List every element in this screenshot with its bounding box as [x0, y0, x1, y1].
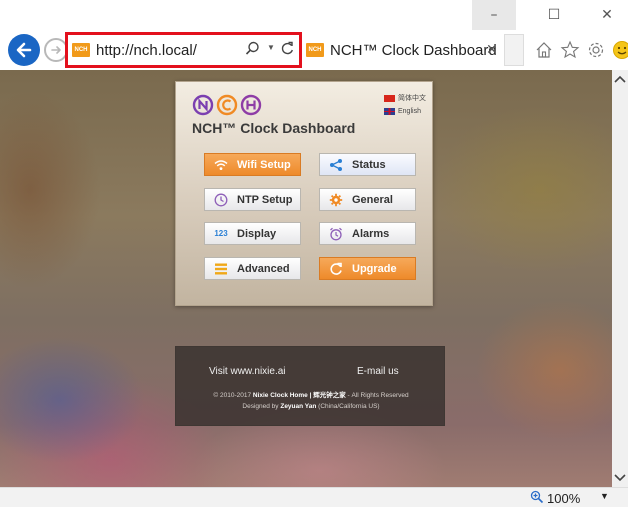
clock-icon: [209, 193, 233, 207]
menu-lines-icon: [209, 263, 233, 275]
smiley-feedback-icon[interactable]: [612, 40, 628, 60]
tab-favicon-icon: NCH: [306, 43, 324, 57]
window-title-bar: – ☐ ✕: [0, 0, 628, 30]
button-label: Display: [237, 227, 277, 240]
zoom-icon: [530, 490, 544, 507]
dashboard-title: NCH™ Clock Dashboard: [192, 120, 356, 136]
copyright-site-link[interactable]: Nixie Clock Home | 辉光钟之家: [253, 392, 346, 399]
ntp-setup-button[interactable]: NTP Setup: [204, 188, 301, 211]
general-button[interactable]: General: [319, 188, 416, 211]
copyright-year: © 2010-2017: [213, 392, 252, 399]
logo-letter-h-icon: [240, 94, 262, 116]
address-url[interactable]: http://nch.local/: [96, 42, 197, 59]
refresh-icon[interactable]: [280, 41, 295, 61]
advanced-button[interactable]: Advanced: [204, 257, 301, 280]
page-footer: Visit www.nixie.ai E-mail us © 2010-2017…: [175, 346, 445, 426]
language-label: 简体中文: [398, 95, 426, 102]
status-button[interactable]: Status: [319, 153, 416, 176]
china-flag-icon: [384, 94, 395, 102]
button-label: NTP Setup: [237, 193, 293, 206]
tab-nch-dashboard[interactable]: NCH NCH™ Clock Dashboard ✕: [302, 32, 502, 68]
close-window-button[interactable]: ✕: [585, 0, 628, 30]
settings-gear-icon[interactable]: [586, 40, 606, 60]
alarm-icon: [324, 227, 348, 241]
browser-nav-bar: NCH http://nch.local/ ▼ NCH NCH™ Clock D…: [0, 30, 628, 70]
maximize-button[interactable]: ☐: [532, 0, 576, 30]
zoom-dropdown-icon[interactable]: ▼: [600, 491, 609, 501]
nch-logo: [192, 94, 262, 116]
zoom-level: 100%: [547, 491, 581, 506]
button-label: General: [352, 193, 393, 206]
copyright-text: © 2010-2017 Nixie Clock Home | 辉光钟之家 - A…: [176, 390, 446, 412]
search-icon[interactable]: [245, 41, 260, 61]
wifi-setup-button[interactable]: Wifi Setup: [204, 153, 301, 176]
search-dropdown-icon[interactable]: ▼: [267, 43, 275, 52]
refresh-icon: [324, 262, 348, 276]
button-label: Upgrade: [352, 262, 397, 275]
button-label: Status: [352, 158, 386, 171]
upgrade-button[interactable]: Upgrade: [319, 257, 416, 280]
site-favicon-icon: NCH: [72, 43, 90, 57]
scroll-down-icon[interactable]: [612, 469, 628, 487]
language-chinese-link[interactable]: 简体中文: [384, 93, 426, 103]
favorites-star-icon[interactable]: [560, 40, 580, 60]
back-button[interactable]: [8, 34, 40, 66]
button-label: Advanced: [237, 262, 290, 275]
designer-name: Zeyuan Yan: [280, 403, 317, 410]
alarms-button[interactable]: Alarms: [319, 222, 416, 245]
wifi-icon: [209, 159, 233, 171]
logo-letter-c-icon: [216, 94, 238, 116]
language-english-link[interactable]: English: [384, 108, 421, 115]
gear-icon: [324, 193, 348, 207]
email-link[interactable]: E-mail us: [357, 366, 399, 377]
dashboard-panel: NCH™ Clock Dashboard 简体中文 English Wifi S…: [175, 81, 433, 306]
minimize-button[interactable]: –: [472, 0, 516, 30]
share-icon: [324, 158, 348, 172]
button-label: Wifi Setup: [237, 158, 291, 171]
tab-close-icon[interactable]: ✕: [486, 42, 498, 58]
scroll-up-icon[interactable]: [612, 70, 628, 88]
zoom-control[interactable]: 100%: [530, 490, 580, 507]
browser-toolbar-icons: [534, 40, 628, 60]
back-arrow-icon: [16, 42, 32, 58]
page-content: NCH™ Clock Dashboard 简体中文 English Wifi S…: [0, 70, 612, 487]
address-bar[interactable]: NCH http://nch.local/ ▼: [70, 37, 297, 63]
copyright-rights: - All Rights Reserved: [347, 392, 409, 399]
status-bar: 100% ▼: [0, 487, 628, 507]
forward-arrow-icon: [51, 46, 61, 54]
designer-location: (China/California US): [318, 403, 380, 410]
tab-title: NCH™ Clock Dashboard: [330, 41, 497, 59]
vertical-scrollbar[interactable]: [612, 70, 628, 487]
home-icon[interactable]: [534, 40, 554, 60]
logo-letter-n-icon: [192, 94, 214, 116]
language-label: English: [398, 108, 421, 115]
visit-website-link[interactable]: Visit www.nixie.ai: [209, 366, 286, 377]
display-button[interactable]: 123 Display: [204, 222, 301, 245]
numbers-icon: 123: [214, 229, 228, 238]
uk-flag-icon: [384, 108, 395, 115]
designed-by-label: Designed by: [242, 403, 279, 410]
new-tab-button[interactable]: [504, 34, 524, 66]
button-label: Alarms: [352, 227, 390, 240]
